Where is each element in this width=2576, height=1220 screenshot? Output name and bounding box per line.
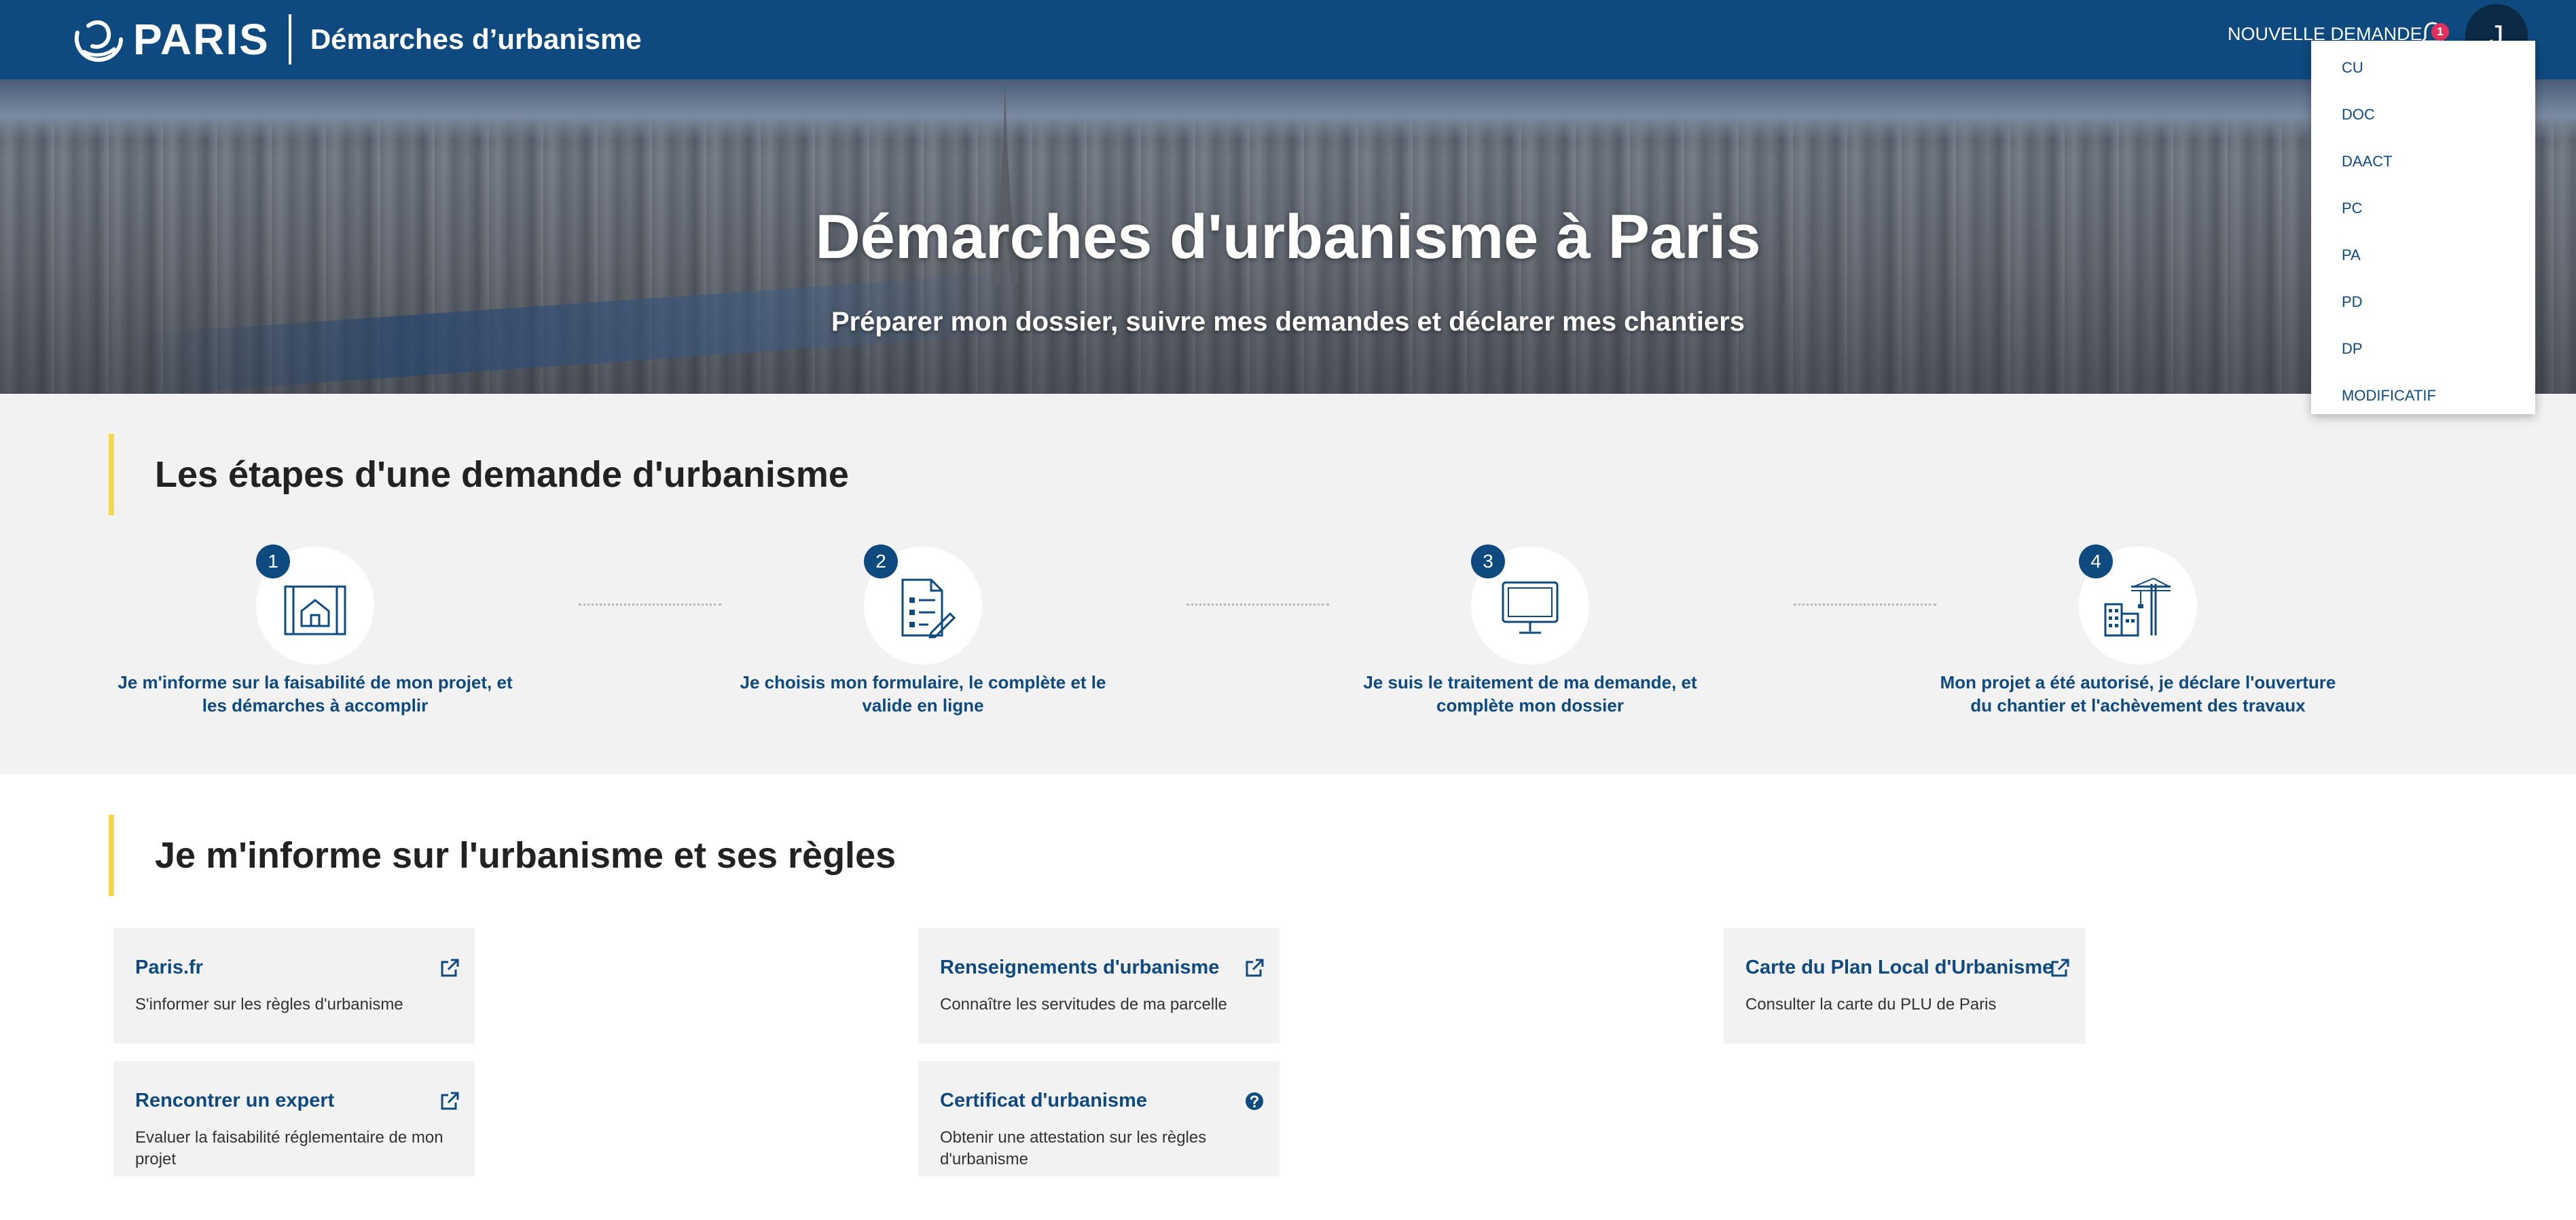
card-title: Certificat d'urbanisme	[940, 1090, 1148, 1111]
brand-name: PARIS	[133, 15, 270, 64]
dropdown-item-modificatif[interactable]: MODIFICATIF	[2311, 375, 2535, 422]
step-4-text: Mon projet a été autorisé, je déclare l'…	[1940, 672, 2336, 716]
step-4-number: 4	[2079, 544, 2113, 578]
steps-section: Les étapes d'une demande d'urbanisme 1 J…	[0, 394, 2576, 774]
blueprint-house-icon	[284, 585, 346, 635]
dropdown-item-dp[interactable]: DP	[2311, 329, 2535, 375]
step-3-text: Je suis le traitement de ma demande, et …	[1363, 672, 1697, 716]
step-connector-1	[579, 604, 721, 606]
card-title: Paris.fr	[135, 957, 203, 978]
external-link-icon	[2051, 959, 2069, 977]
card-rencontrer-expert[interactable]: Rencontrer un expert Evaluer la faisabil…	[113, 1061, 475, 1177]
logo-separator	[288, 14, 291, 64]
step-1-text: Je m'informe sur la faisabilité de mon p…	[117, 672, 513, 716]
card-carte-plu[interactable]: Carte du Plan Local d'Urbanisme Consulte…	[1724, 928, 2085, 1043]
dropdown-item-pa[interactable]: PA	[2311, 235, 2535, 282]
card-description: Evaluer la faisabilité réglementaire de …	[135, 1128, 443, 1168]
step-3-number: 3	[1471, 544, 1505, 578]
hero-subtitle: Préparer mon dossier, suivre mes demande…	[831, 307, 1745, 337]
step-connector-2	[1186, 604, 1329, 606]
card-description: Connaître les servitudes de ma parcelle	[940, 995, 1227, 1014]
external-link-icon	[441, 1092, 459, 1110]
card-description: S'informer sur les règles d'urbanisme	[135, 995, 403, 1014]
card-renseignements-urbanisme[interactable]: Renseignements d'urbanisme Connaître les…	[918, 928, 1280, 1043]
card-title: Carte du Plan Local d'Urbanisme	[1745, 957, 2054, 978]
card-description: Consulter la carte du PLU de Paris	[1745, 995, 1997, 1014]
hero-banner: Démarches d'urbanisme à Paris Préparer m…	[0, 79, 2576, 394]
new-request-dropdown: CU DOC DAACT PC PA PD DP MODIFICATIF	[2311, 41, 2535, 414]
dropdown-item-cu[interactable]: CU	[2311, 48, 2535, 94]
help-icon[interactable]	[1244, 1091, 1265, 1111]
construction-crane-icon	[2104, 578, 2171, 637]
computer-monitor-icon	[1502, 581, 1559, 634]
card-certificat-urbanisme[interactable]: Certificat d'urbanisme Obtenir une attes…	[918, 1061, 1280, 1177]
dropdown-item-pd[interactable]: PD	[2311, 282, 2535, 329]
paris-logo[interactable]: PARIS Démarches d’urbanisme	[68, 7, 642, 72]
paris-ship-logo-icon	[74, 20, 123, 62]
dropdown-item-daact[interactable]: DAACT	[2311, 141, 2535, 188]
steps-section-title: Les étapes d'une demande d'urbanisme	[109, 434, 849, 515]
card-description: Obtenir une attestation sur les règles d…	[940, 1128, 1207, 1168]
dropdown-item-doc[interactable]: DOC	[2311, 94, 2535, 141]
card-title: Rencontrer un expert	[135, 1090, 335, 1111]
app-title: Démarches d’urbanisme	[310, 23, 642, 55]
step-2-text: Je choisis mon formulaire, le complète e…	[740, 672, 1106, 716]
hero-sky	[0, 79, 2576, 141]
notification-badge: 1	[2431, 23, 2449, 41]
top-header: PARIS Démarches d’urbanisme NOUVELLE DEM…	[0, 0, 2576, 79]
step-1-number: 1	[256, 544, 290, 578]
external-link-icon	[1246, 959, 1264, 977]
form-document-icon	[901, 578, 956, 638]
dropdown-item-pc[interactable]: PC	[2311, 188, 2535, 235]
step-connector-3	[1794, 604, 1936, 606]
hero-title: Démarches d'urbanisme à Paris	[815, 202, 1761, 272]
step-2-number: 2	[864, 544, 898, 578]
card-title: Renseignements d'urbanisme	[940, 957, 1220, 978]
card-paris-fr[interactable]: Paris.fr S'informer sur les règles d'urb…	[113, 928, 475, 1043]
info-section-title: Je m'informe sur l'urbanisme et ses règl…	[109, 815, 896, 896]
external-link-icon	[441, 959, 459, 977]
